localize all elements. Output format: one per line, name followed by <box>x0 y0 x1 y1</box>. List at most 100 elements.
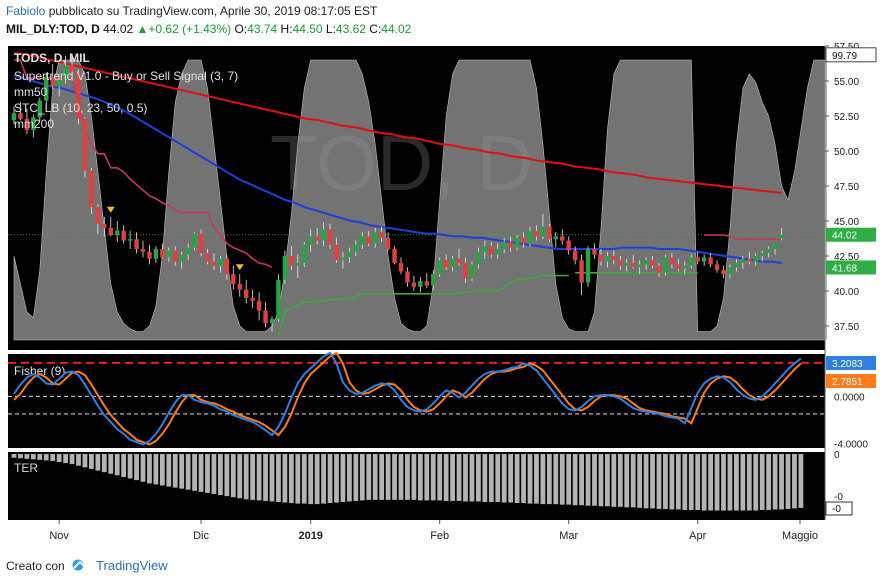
fisher-title: Fisher (9) <box>14 364 65 378</box>
candle <box>469 261 475 282</box>
candle-body <box>95 207 101 224</box>
ter-bar <box>411 454 417 500</box>
ter-bar <box>695 454 701 510</box>
candle-body <box>334 244 339 261</box>
candle-body <box>663 257 668 273</box>
candle-body <box>624 263 629 266</box>
candle-body <box>753 256 758 262</box>
candle-body <box>637 264 642 268</box>
chart-canvas[interactable]: TOD, D Fisher (9) TER 57.5055.0052.5050.… <box>0 40 889 548</box>
ter-bar <box>56 454 62 462</box>
ter-bar <box>147 454 152 484</box>
ter-bar <box>11 454 17 458</box>
high-label: H: <box>280 22 293 36</box>
ter-bar <box>463 454 468 502</box>
candle-body <box>347 251 352 258</box>
candle <box>437 257 442 277</box>
ter-bar <box>663 454 668 509</box>
candle <box>663 254 668 276</box>
legend-entry: STC_LB (10, 23, 50, 0.5) <box>14 101 147 115</box>
candle-body <box>224 258 230 275</box>
ter-bar <box>501 454 507 503</box>
candle-body <box>276 279 281 319</box>
time-axis-label: Mar <box>559 530 578 542</box>
close-label: C: <box>369 22 382 36</box>
candle-body <box>740 258 746 263</box>
candle-body <box>463 263 468 279</box>
candle-body <box>424 281 429 286</box>
ter-bar <box>153 454 159 485</box>
ter-axis-label-0: 0 <box>834 450 840 461</box>
candle-body <box>153 249 159 259</box>
candle-body <box>527 230 533 244</box>
ter-bar <box>159 454 165 486</box>
ter-bar <box>372 454 378 500</box>
ter-bar <box>263 454 268 501</box>
candle-body <box>437 260 442 275</box>
ter-bar <box>682 454 688 510</box>
time-axis-label: Feb <box>430 530 449 542</box>
tradingview-link[interactable]: TradingView <box>96 558 168 573</box>
candle-body <box>385 237 391 249</box>
candle-body <box>682 265 687 269</box>
candle-body <box>185 247 191 255</box>
ter-bar <box>553 454 559 505</box>
ter-tag-text: -0 <box>832 504 841 515</box>
ter-bar <box>76 454 81 466</box>
price-change: +0.62 (+1.43%) <box>148 22 232 36</box>
ter-bar <box>314 454 320 505</box>
ter-bar <box>308 454 314 505</box>
ter-bar <box>230 454 236 498</box>
candle-body <box>469 264 475 279</box>
ter-bar <box>759 454 765 510</box>
candle-body <box>508 242 513 248</box>
ter-bar <box>340 454 346 502</box>
candle-body <box>366 236 371 244</box>
ter-tag: -0 <box>825 501 853 516</box>
price-tag-supertrend: 41.68 <box>826 260 876 275</box>
ter-bar <box>688 454 694 510</box>
candle-body <box>121 230 126 241</box>
candle-body <box>198 233 204 254</box>
low-value: 43.62 <box>335 22 366 36</box>
price-tag-supertrend-text: 41.68 <box>832 263 857 274</box>
price-tag-last-text: 44.02 <box>832 231 857 242</box>
candle-body <box>218 258 223 266</box>
candle-body <box>669 257 675 265</box>
ter-bar <box>18 454 23 459</box>
candle-body <box>714 264 720 270</box>
candle-body <box>631 263 636 268</box>
ter-bar <box>243 454 249 500</box>
candle-body <box>295 263 300 266</box>
ter-title: TER <box>14 461 38 475</box>
author-link[interactable]: Fabiolo <box>6 4 45 18</box>
ter-bar <box>95 454 101 471</box>
ter-bar <box>43 454 49 461</box>
ter-bar <box>295 454 301 504</box>
candle-body <box>160 249 165 258</box>
time-axis-label: Apr <box>689 530 706 542</box>
candle-body <box>547 226 552 240</box>
created-with-text: Creato con <box>6 559 65 573</box>
ter-bar <box>198 454 204 492</box>
ter-bar <box>301 454 307 504</box>
ter-bar <box>534 454 539 504</box>
ter-bar <box>430 454 436 501</box>
time-axis-label: Nov <box>49 530 69 542</box>
candle-body <box>566 240 571 251</box>
open-label: O: <box>234 22 248 36</box>
candle-body <box>495 249 500 255</box>
candle-body <box>102 223 107 228</box>
ter-bar <box>334 454 339 503</box>
candle <box>276 274 281 322</box>
ter-bar <box>392 454 397 500</box>
ter-bar <box>276 454 281 502</box>
ter-bar <box>637 454 643 508</box>
candle-body <box>676 264 681 269</box>
candle-body <box>327 229 333 245</box>
ter-bar <box>630 454 636 508</box>
candle-body <box>379 232 384 238</box>
ter-bar <box>508 454 514 503</box>
candle <box>585 246 591 287</box>
ter-bar <box>656 454 662 509</box>
